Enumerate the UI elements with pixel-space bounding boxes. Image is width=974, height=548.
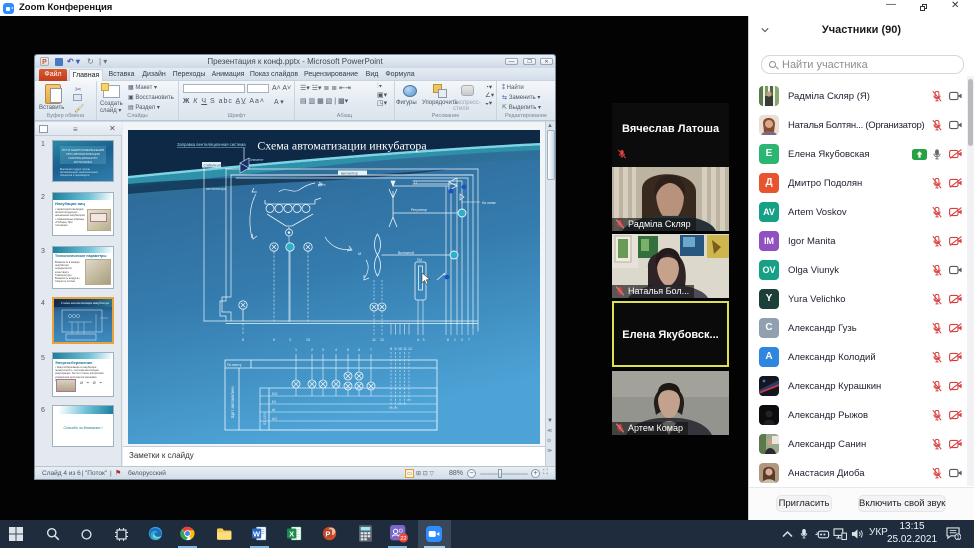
svg-text:вентилятора: вентилятора	[206, 187, 226, 191]
svg-text:1: 1	[454, 338, 456, 342]
svg-text:9: 9	[395, 347, 397, 351]
svg-text:3: 3	[289, 338, 291, 342]
svg-text:6: 6	[447, 338, 449, 342]
svg-text:P: P	[325, 529, 330, 538]
svg-text:1: 1	[295, 348, 297, 352]
svg-text:3: 3	[423, 338, 425, 342]
svg-text:8: 8	[242, 338, 244, 342]
svg-text:6: 6	[358, 348, 360, 352]
svg-text:Щит автоматики: Щит автоматики	[230, 386, 235, 418]
svg-text:12: 12	[380, 338, 384, 342]
svg-text:Элемент: Элемент	[249, 158, 264, 162]
svg-text:вентилятор: вентилятор	[341, 172, 358, 176]
svg-text:S7-1200: S7-1200	[263, 412, 267, 425]
svg-text:Схема автоматизации инкубато: Схема автоматизации инкубатора	[257, 139, 427, 153]
svg-text:9: 9	[273, 338, 275, 342]
svg-text:1: 1	[956, 535, 959, 540]
svg-text:По месту: По месту	[227, 363, 242, 367]
svg-text:11: 11	[372, 338, 376, 342]
svg-text:4: 4	[417, 338, 419, 342]
svg-text:Вытяжной: Вытяжной	[398, 251, 414, 255]
svg-text:2: 2	[311, 348, 313, 352]
svg-text:7: 7	[468, 338, 470, 342]
svg-text:U: U	[414, 181, 417, 185]
svg-text:11: 11	[403, 347, 407, 351]
svg-text:На схеме: На схеме	[482, 201, 496, 205]
svg-text:ПМ: ПМ	[417, 258, 422, 262]
svg-text:22: 22	[400, 536, 406, 542]
svg-text:12: 12	[408, 347, 412, 351]
svg-text:2: 2	[461, 338, 463, 342]
svg-text:М: М	[358, 252, 361, 256]
svg-text:Регулятор: Регулятор	[411, 208, 427, 212]
svg-text:3: 3	[322, 348, 324, 352]
svg-text:4: 4	[335, 348, 337, 352]
svg-text:DO: DO	[272, 392, 278, 396]
svg-text:Заправка вентиляционная систем: Заправка вентиляционная система	[177, 142, 246, 147]
svg-text:8: 8	[390, 347, 392, 351]
svg-text:X: X	[289, 529, 294, 538]
svg-text:AO: AO	[272, 417, 277, 421]
svg-text:5: 5	[347, 348, 349, 352]
svg-text:AI: AI	[272, 408, 275, 412]
svg-text:10: 10	[398, 347, 402, 351]
svg-text:стабилизатор: стабилизатор	[204, 164, 226, 168]
svg-text:10: 10	[306, 338, 310, 342]
svg-text:7: 7	[370, 348, 372, 352]
svg-text:DI: DI	[272, 400, 276, 404]
svg-text:W: W	[253, 529, 261, 538]
